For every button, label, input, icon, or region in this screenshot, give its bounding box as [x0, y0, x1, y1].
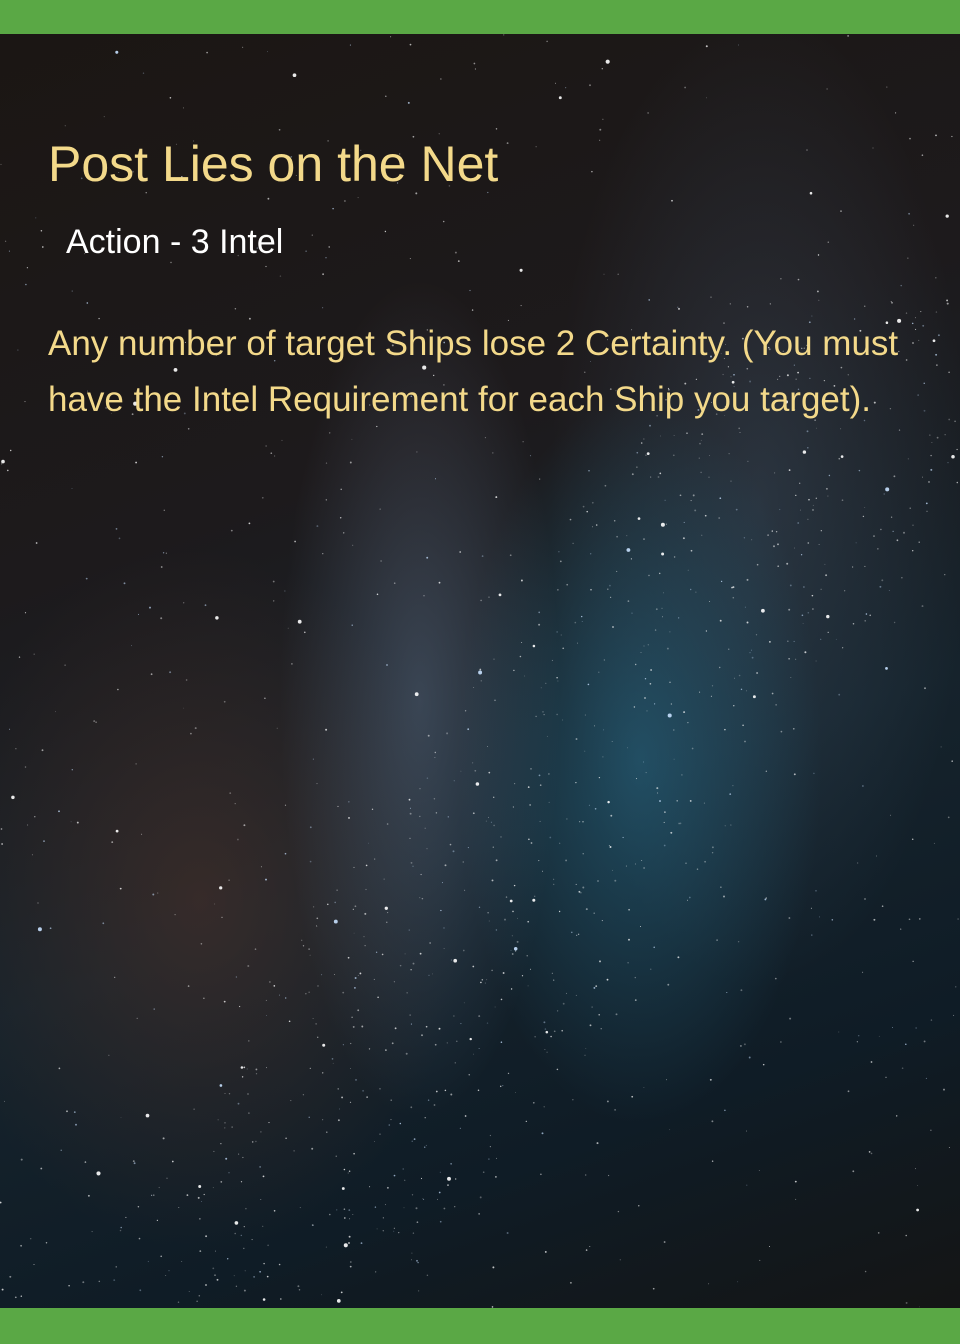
card-rules-text: Any number of target Ships lose 2 Certai… [48, 324, 899, 419]
top-border-bar [0, 0, 960, 34]
card-title: Post Lies on the Net [48, 136, 499, 192]
starfield-background [0, 0, 959, 1344]
card-type-line: Action - 3 Intel [66, 223, 284, 261]
bottom-border-bar [0, 1308, 960, 1344]
card: Post Lies on the Net Action - 3 Intel An… [0, 0, 960, 1344]
